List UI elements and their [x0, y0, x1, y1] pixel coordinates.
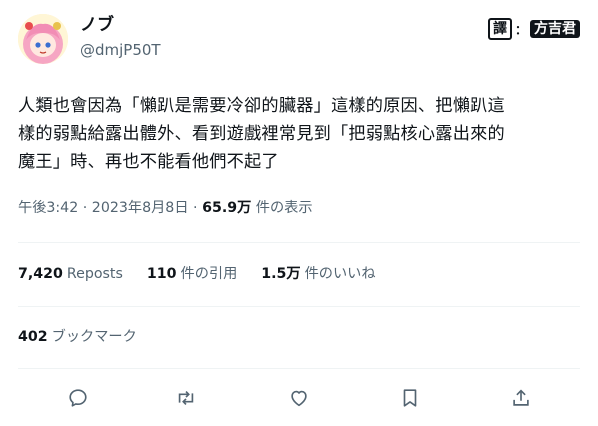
- meta-dot: ·: [193, 200, 198, 216]
- like-icon: [291, 390, 307, 407]
- repost-button[interactable]: [172, 384, 200, 412]
- tweet-text-line: 魔王」時、再也不能看他們不起了: [18, 152, 279, 172]
- translator-badge-label: 譯: [487, 18, 512, 40]
- reposts-label: Reposts: [66, 266, 123, 282]
- translator-badge-name: 方吉君: [530, 20, 580, 38]
- views-count: 65.9万: [202, 200, 252, 216]
- divider: [18, 306, 580, 307]
- divider: [18, 242, 580, 243]
- divider: [18, 368, 580, 369]
- reply-icon: [69, 389, 87, 407]
- bookmarks-stat[interactable]: 402 ブックマーク: [18, 327, 137, 347]
- bookmark-icon: [403, 389, 417, 407]
- views-label: 件の表示: [255, 200, 313, 216]
- share-icon: [513, 389, 529, 406]
- tweet-text: 人類也會因為「懶趴是需要冷卻的臟器」這樣的原因、把懶趴這 樣的弱點給露出體外、看…: [18, 92, 583, 176]
- display-name[interactable]: ノブ: [80, 14, 114, 36]
- reposts-stat[interactable]: 7,420 Reposts: [18, 264, 123, 284]
- likes-label: 件のいいね: [304, 266, 376, 282]
- quotes-count: 110: [146, 266, 177, 282]
- translator-badge: 譯 ： 方吉君: [487, 18, 580, 40]
- share-button[interactable]: [507, 384, 535, 412]
- bookmarks-label: ブックマーク: [51, 329, 137, 345]
- meta-dot: ·: [82, 200, 88, 216]
- tweet-text-line: 樣的弱點給露出體外、看到遊戲裡常見到「把弱點核心露出來的: [18, 124, 505, 144]
- anime-girl-avatar: [18, 14, 68, 64]
- reply-button[interactable]: [64, 384, 92, 412]
- avatar[interactable]: [18, 14, 68, 64]
- translator-badge-separator: ：: [514, 22, 527, 37]
- tweet-text-line: 人類也會因為「懶趴是需要冷卻的臟器」這樣的原因、把懶趴這: [18, 96, 505, 116]
- like-button[interactable]: [285, 384, 313, 412]
- tweet-time[interactable]: 午後3:42: [18, 200, 78, 216]
- quotes-stat[interactable]: 110 件の引用: [147, 264, 237, 284]
- likes-count: 1.5万: [261, 266, 301, 282]
- action-bar: [0, 384, 598, 412]
- bookmark-button[interactable]: [396, 384, 424, 412]
- reposts-count: 7,420: [18, 266, 63, 282]
- tweet-meta: 午後3:42 · 2023年8月8日 · 65.9万 件の表示: [18, 198, 313, 218]
- tweet-date[interactable]: 2023年8月8日: [92, 200, 189, 216]
- user-handle[interactable]: @dmjP50T: [80, 40, 161, 60]
- bookmarks-count: 402: [18, 329, 48, 345]
- repost-icon: [178, 390, 194, 406]
- engagement-stats: 7,420 Reposts 110 件の引用 1.5万 件のいいね: [18, 264, 376, 284]
- likes-stat[interactable]: 1.5万 件のいいね: [261, 264, 375, 284]
- quotes-label: 件の引用: [180, 266, 238, 282]
